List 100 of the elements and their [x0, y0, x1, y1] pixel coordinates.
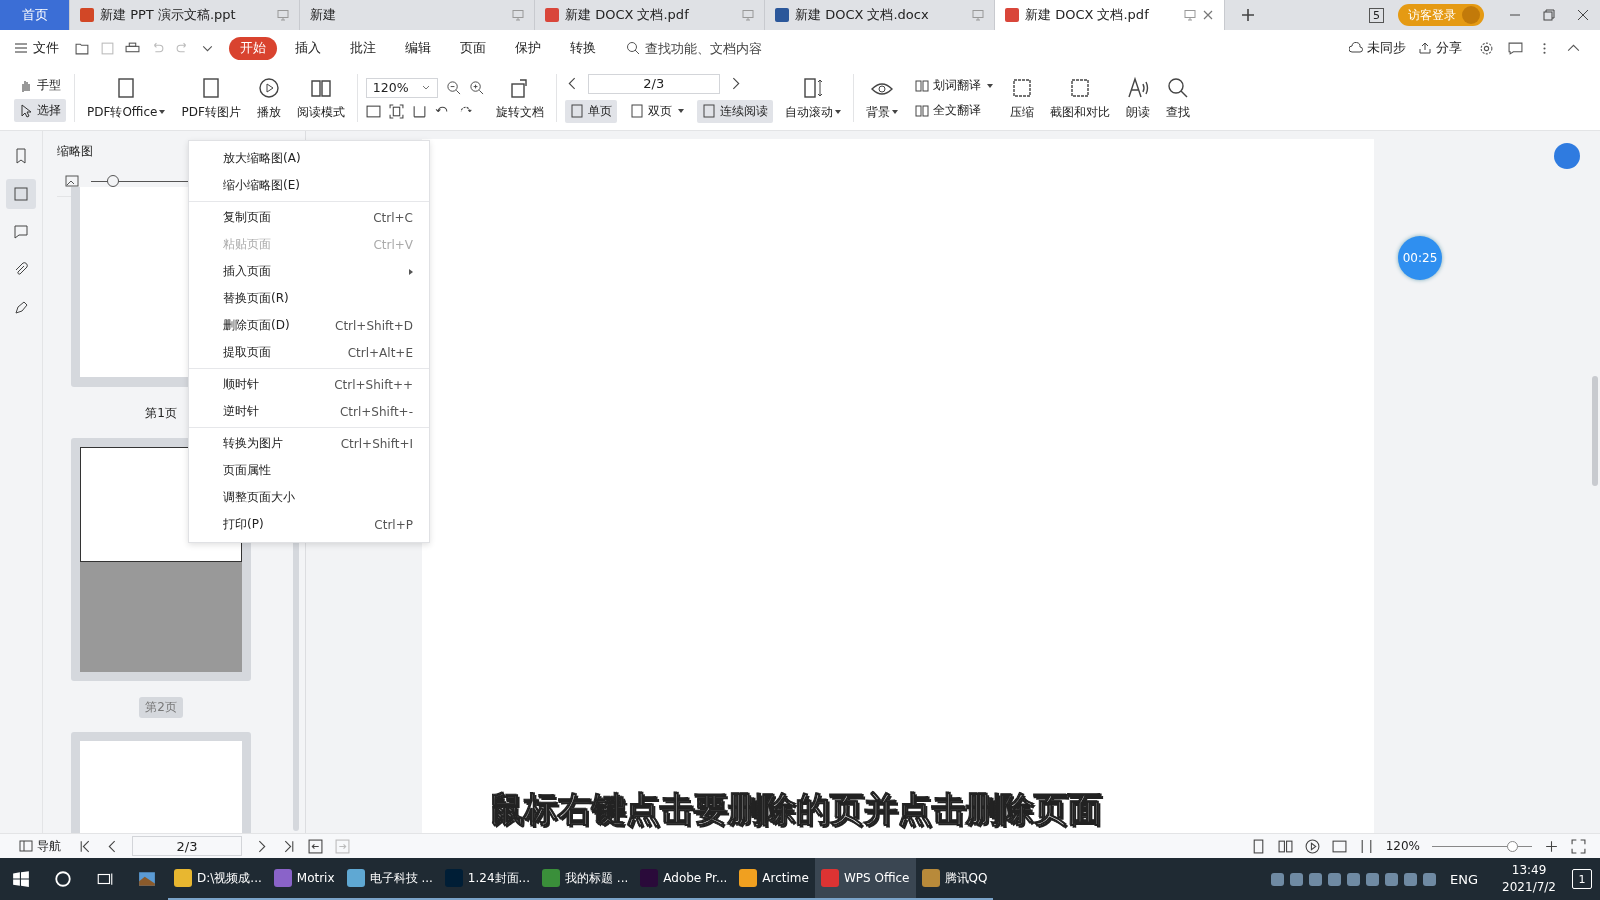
- home-tab[interactable]: 首页: [0, 0, 70, 30]
- tool-button[interactable]: PDF转Office: [83, 75, 170, 121]
- taskbar-app[interactable]: WPS Office: [814, 858, 916, 900]
- back-icon[interactable]: [308, 838, 323, 854]
- zoom-out-icon[interactable]: [445, 80, 461, 95]
- taskbar-app[interactable]: Adobe Pr...: [634, 858, 734, 900]
- window-count-badge[interactable]: 5: [1369, 7, 1384, 23]
- menu-tab[interactable]: 插入: [284, 36, 332, 60]
- menu-tab[interactable]: 编辑: [394, 36, 442, 60]
- tray-icon[interactable]: [1309, 872, 1323, 886]
- menu-item[interactable]: 顺时针 Ctrl+Shift++: [189, 371, 429, 398]
- tool-button[interactable]: 查找: [1161, 75, 1194, 121]
- menu-tab[interactable]: 开始: [229, 36, 277, 60]
- fit-width-icon[interactable]: [411, 103, 427, 119]
- menu-item[interactable]: 替换页面(R): [189, 285, 429, 312]
- tray-icon[interactable]: [1271, 872, 1285, 886]
- sync-button[interactable]: 未同步: [1349, 39, 1406, 57]
- task-view-icon[interactable]: [96, 870, 114, 888]
- zoom-level[interactable]: 120%: [1385, 839, 1420, 853]
- close-icon[interactable]: [1202, 9, 1214, 21]
- close-icon[interactable]: [1577, 9, 1589, 21]
- menu-item[interactable]: 打印(P) Ctrl+P: [189, 511, 429, 538]
- taskbar-app[interactable]: D:\视频成...: [168, 858, 268, 900]
- tool-button[interactable]: 朗读: [1121, 75, 1154, 121]
- menu-item[interactable]: 缩小缩略图(E): [189, 172, 429, 199]
- page-number-field[interactable]: 2/3: [132, 836, 242, 856]
- restore-icon[interactable]: [1543, 9, 1555, 21]
- tray-icon[interactable]: [1385, 872, 1399, 886]
- scrollbar[interactable]: [1592, 376, 1598, 486]
- search-icon[interactable]: [54, 870, 72, 888]
- zoom-dropdown[interactable]: 120%: [365, 77, 438, 98]
- tool-button[interactable]: 播放: [252, 75, 285, 121]
- menu-item[interactable]: 逆时针 Ctrl+Shift+-: [189, 398, 429, 425]
- menu-tab[interactable]: 页面: [449, 36, 497, 60]
- new-tab-icon[interactable]: [1241, 8, 1255, 22]
- comment-icon[interactable]: [1508, 40, 1523, 56]
- rotate-document-button[interactable]: 旋转文档: [491, 75, 548, 121]
- two-page-icon[interactable]: [1277, 838, 1293, 854]
- taskbar-app[interactable]: 我的标题 ...: [536, 858, 635, 900]
- menu-item[interactable]: 页面属性: [189, 457, 429, 484]
- monitor-icon[interactable]: [1184, 9, 1196, 21]
- menu-item[interactable]: 调整页面大小: [189, 484, 429, 511]
- page-number-field[interactable]: 2/3: [587, 73, 720, 94]
- play-icon[interactable]: [1304, 838, 1320, 854]
- zoom-in-icon[interactable]: [468, 80, 484, 95]
- view-mode-button[interactable]: 连续阅读: [696, 99, 773, 123]
- menu-tab[interactable]: 批注: [339, 36, 387, 60]
- hand-tool-button[interactable]: 手型: [14, 74, 66, 97]
- tray-icon[interactable]: [1290, 872, 1304, 886]
- fullscreen-icon[interactable]: [1571, 838, 1586, 854]
- translate-button[interactable]: 全文翻译: [909, 99, 998, 122]
- settings-icon[interactable]: [1479, 40, 1494, 56]
- tray-icon[interactable]: [1404, 872, 1418, 886]
- slider-thumb[interactable]: [1507, 840, 1518, 852]
- background-button[interactable]: 背景: [861, 75, 902, 121]
- menu-item[interactable]: 复制页面 Ctrl+C: [189, 204, 429, 231]
- actual-size-icon[interactable]: [1331, 838, 1347, 854]
- tool-button[interactable]: 阅读模式: [292, 75, 349, 121]
- slider-thumb[interactable]: [107, 174, 119, 187]
- tool-button[interactable]: 截图和对比: [1045, 75, 1114, 121]
- navigation-button[interactable]: 导航: [14, 834, 66, 858]
- fit-page-icon[interactable]: [388, 103, 404, 119]
- menu-item[interactable]: 删除页面(D) Ctrl+Shift+D: [189, 312, 429, 339]
- share-icon: [1418, 41, 1432, 55]
- floating-button[interactable]: [1554, 143, 1580, 169]
- page-thumbnail[interactable]: [71, 732, 251, 833]
- landscape-app-icon[interactable]: [138, 870, 156, 888]
- taskbar-app[interactable]: 电子科技 ...: [340, 858, 439, 900]
- tool-button[interactable]: 压缩: [1005, 75, 1038, 121]
- auto-scroll-button[interactable]: 自动滚动: [780, 75, 845, 121]
- view-mode-button[interactable]: 单页: [564, 99, 617, 123]
- menu-tab[interactable]: 转换: [559, 36, 607, 60]
- notification-badge[interactable]: 1: [1572, 869, 1592, 889]
- share-button[interactable]: 分享: [1418, 39, 1462, 57]
- clock-time[interactable]: 13:49: [1511, 862, 1547, 879]
- windows-start-icon[interactable]: [12, 870, 30, 888]
- taskbar-app[interactable]: Motrix: [267, 858, 341, 900]
- tray-icon[interactable]: [1366, 872, 1380, 886]
- tray-icon[interactable]: [1423, 872, 1437, 886]
- menu-item[interactable]: 插入页面: [189, 258, 429, 285]
- actual-size-icon[interactable]: [365, 103, 381, 119]
- menu-item[interactable]: 提取页面 Ctrl+Alt+E: [189, 339, 429, 366]
- document-tab[interactable]: 新建 DOCX 文档.pdf: [995, 0, 1225, 30]
- translate-button[interactable]: 划词翻译: [909, 74, 998, 97]
- tray-icon[interactable]: [1347, 872, 1361, 886]
- tool-button[interactable]: PDF转图片: [177, 75, 245, 121]
- taskbar-app[interactable]: 1.24封面...: [438, 858, 536, 900]
- search-field[interactable]: 查找功能、文档内容: [626, 39, 797, 57]
- menu-tab[interactable]: 保护: [504, 36, 552, 60]
- tray-icon[interactable]: [1328, 872, 1342, 886]
- language-indicator[interactable]: ENG: [1450, 871, 1479, 887]
- menu-item[interactable]: 转换为图片 Ctrl+Shift+I: [189, 430, 429, 457]
- menu-item[interactable]: 放大缩略图(A): [189, 145, 429, 172]
- file-menu[interactable]: 文件: [14, 39, 59, 57]
- view-mode-button[interactable]: 双页: [624, 99, 689, 123]
- clock-date[interactable]: 2021/7/2: [1502, 879, 1556, 896]
- zoom-in-icon[interactable]: [1544, 838, 1559, 854]
- taskbar-app[interactable]: Arctime: [733, 858, 815, 900]
- taskbar-app[interactable]: 腾讯QQ: [915, 858, 994, 900]
- select-tool-button[interactable]: 选择: [14, 99, 66, 122]
